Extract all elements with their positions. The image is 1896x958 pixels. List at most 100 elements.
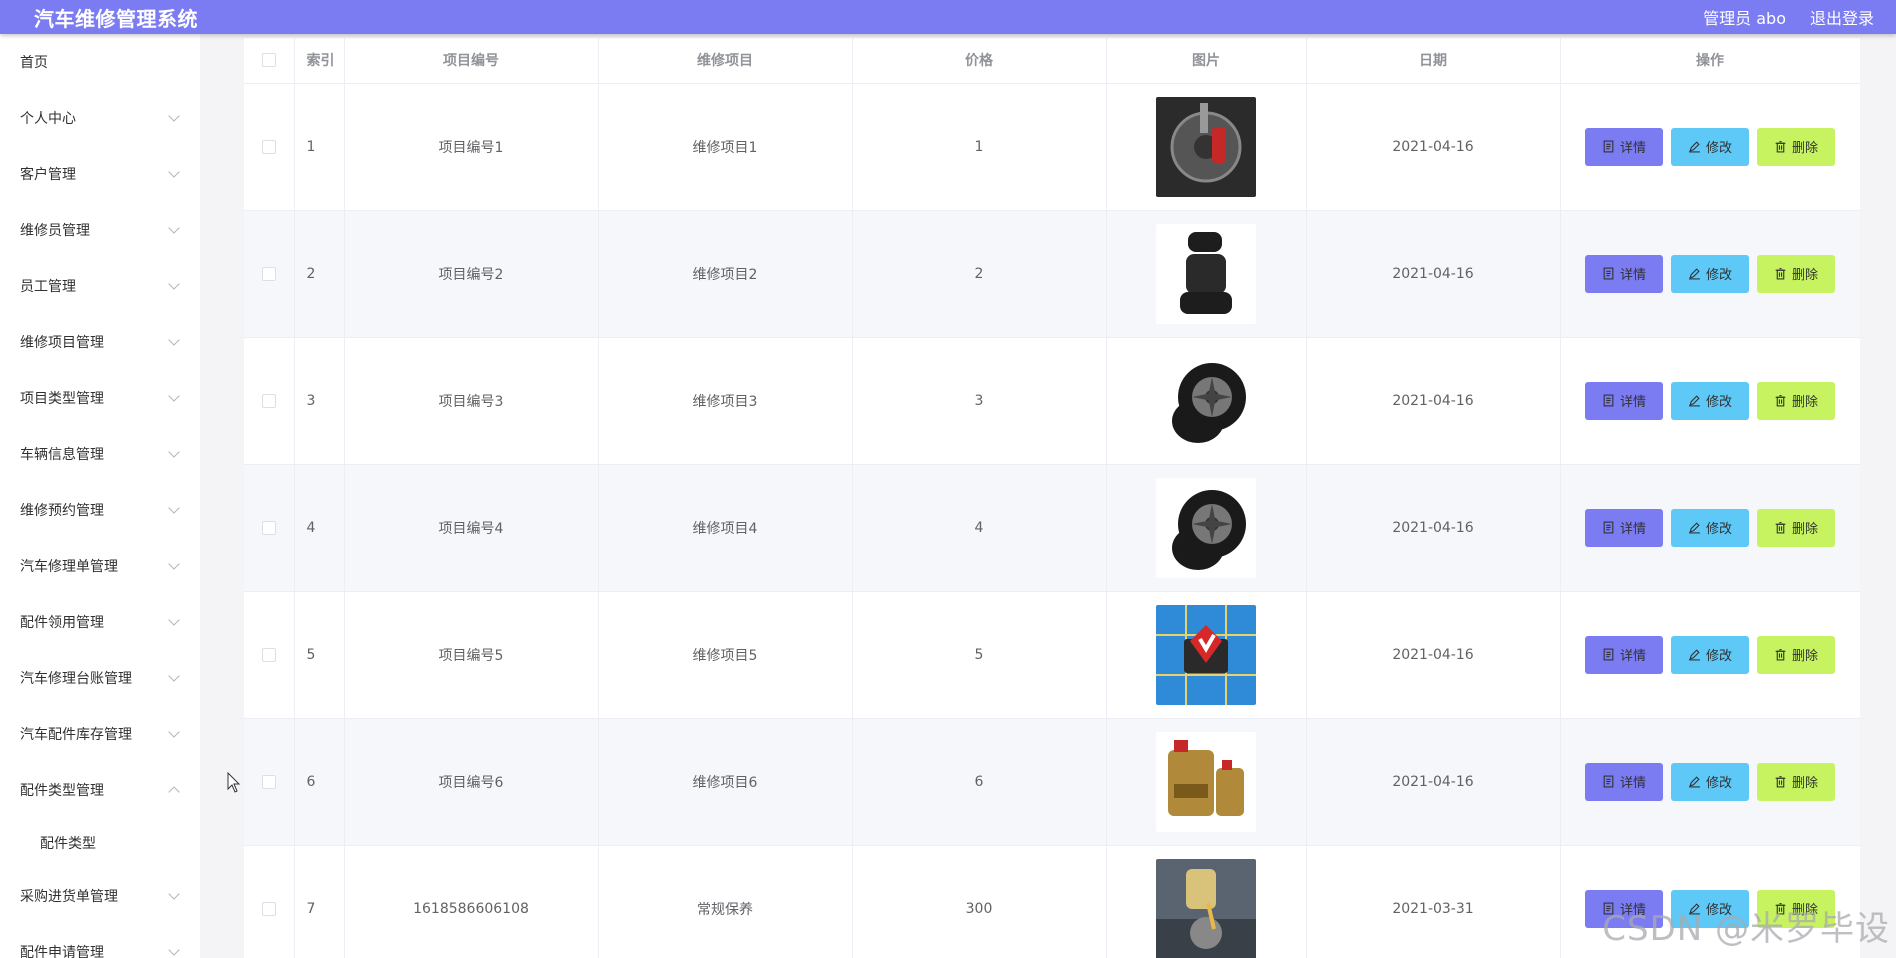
user-label[interactable]: 管理员 abo [1703,5,1786,29]
row-checkbox[interactable] [261,520,276,535]
detail-label: 详情 [1619,776,1646,791]
sidebar-item-7[interactable]: 车辆信息管理 [0,426,200,482]
sidebar-item-11[interactable]: 汽车修理台账管理 [0,650,200,706]
delete-label: 删除 [1791,522,1818,537]
sidebar-item-13[interactable]: 配件类型管理 [0,762,200,818]
edit-button[interactable]: 修改 [1671,508,1749,547]
sidebar-item-1[interactable]: 个人中心 [0,90,200,146]
cell-actions: 详情 修改 删除 [1560,210,1860,338]
logout-button[interactable]: 退出登录 [1810,5,1874,29]
sidebar-item-10[interactable]: 配件领用管理 [0,594,200,650]
delete-button[interactable]: 删除 [1757,508,1835,547]
sidebar-item-label: 维修预约管理 [20,503,104,519]
row-checkbox[interactable] [261,647,276,662]
row-select-cell[interactable] [244,464,295,592]
cell-item: 维修项目5 [598,591,853,719]
detail-button[interactable]: 详情 [1585,508,1663,547]
engine-oil-icon[interactable] [1156,731,1256,832]
sidebar-item-5[interactable]: 维修项目管理 [0,314,200,370]
edit-label: 修改 [1705,649,1732,664]
sidebar-item-4[interactable]: 员工管理 [0,258,200,314]
sidebar-item-15[interactable]: 采购进货单管理 [0,868,200,924]
edit-button[interactable]: 修改 [1671,635,1749,674]
row-checkbox[interactable] [261,774,276,789]
edit-label: 修改 [1705,395,1732,410]
cell-code: 1618586606108 [344,845,599,958]
cell-code: 项目编号4 [344,464,599,592]
cell-image [1106,845,1307,958]
table-row: 2 项目编号2 维修项目2 2 2021-04-16 详情 修改 删除 [244,210,1860,338]
delete-button[interactable]: 删除 [1757,762,1835,801]
cell-index: 6 [294,718,345,846]
trash-icon [1775,395,1786,407]
cell-actions: 详情 修改 删除 [1560,83,1860,211]
trash-icon [1775,776,1786,788]
detail-label: 详情 [1619,522,1646,537]
trash-icon [1775,522,1786,534]
detail-button[interactable]: 详情 [1585,127,1663,166]
document-icon [1603,394,1614,407]
cell-date: 2021-03-31 [1306,845,1561,958]
sidebar-item-label: 车辆信息管理 [20,447,104,463]
mouse-cursor-icon [227,772,241,793]
sidebar-item-16[interactable]: 配件申请管理 [0,924,200,958]
cell-index: 5 [294,591,345,719]
oil-change-icon[interactable] [1156,858,1256,958]
sidebar-item-label: 项目类型管理 [20,391,104,407]
select-all-cell[interactable] [244,38,295,84]
sidebar-item-0[interactable]: 首页 [0,34,200,90]
tire-icon[interactable] [1156,477,1256,578]
edit-button[interactable]: 修改 [1671,381,1749,420]
tire-icon[interactable] [1156,350,1256,451]
header-item: 维修项目 [598,38,853,84]
detail-button[interactable]: 详情 [1585,762,1663,801]
sidebar-item-6[interactable]: 项目类型管理 [0,370,200,426]
row-select-cell[interactable] [244,337,295,465]
delete-button[interactable]: 删除 [1757,635,1835,674]
pencil-icon [1689,522,1700,534]
cell-index: 7 [294,845,345,958]
sidebar-item-2[interactable]: 客户管理 [0,146,200,202]
sidebar-subitem-14[interactable]: 配件类型 [0,818,200,868]
document-icon [1603,648,1614,661]
table-row: 3 项目编号3 维修项目3 3 2021-04-16 详情 修改 删除 [244,337,1860,465]
row-checkbox[interactable] [261,901,276,916]
header-user-area: 管理员 abo 退出登录 [1679,5,1874,29]
brake-disc-icon[interactable] [1156,96,1256,197]
row-select-cell[interactable] [244,718,295,846]
sidebar-item-label: 首页 [20,55,48,71]
document-icon [1603,267,1614,280]
cell-code: 项目编号6 [344,718,599,846]
row-checkbox[interactable] [261,139,276,154]
delete-button[interactable]: 删除 [1757,127,1835,166]
select-all-checkbox[interactable] [261,53,276,68]
detail-button[interactable]: 详情 [1585,635,1663,674]
sidebar-item-12[interactable]: 汽车配件库存管理 [0,706,200,762]
sidebar-item-3[interactable]: 维修员管理 [0,202,200,258]
chevron-down-icon [168,558,180,570]
row-select-cell[interactable] [244,845,295,958]
row-select-cell[interactable] [244,210,295,338]
delete-button[interactable]: 删除 [1757,381,1835,420]
cell-actions: 详情 修改 删除 [1560,591,1860,719]
sidebar-item-9[interactable]: 汽车修理单管理 [0,538,200,594]
detail-button[interactable]: 详情 [1585,254,1663,293]
chevron-up-icon [168,786,180,798]
edit-label: 修改 [1705,141,1732,156]
detail-button[interactable]: 详情 [1585,381,1663,420]
edit-button[interactable]: 修改 [1671,254,1749,293]
chevron-down-icon [168,278,180,290]
detail-label: 详情 [1619,141,1646,156]
row-select-cell[interactable] [244,591,295,719]
sidebar-item-8[interactable]: 维修预约管理 [0,482,200,538]
row-select-cell[interactable] [244,83,295,211]
car-seat-icon[interactable] [1156,223,1256,324]
edit-button[interactable]: 修改 [1671,127,1749,166]
edit-button[interactable]: 修改 [1671,762,1749,801]
chip-icon[interactable] [1156,604,1256,705]
delete-button[interactable]: 删除 [1757,254,1835,293]
top-header: 汽车维修管理系统 管理员 abo 退出登录 [0,0,1896,34]
row-checkbox[interactable] [261,393,276,408]
pencil-icon [1689,268,1700,280]
row-checkbox[interactable] [261,266,276,281]
